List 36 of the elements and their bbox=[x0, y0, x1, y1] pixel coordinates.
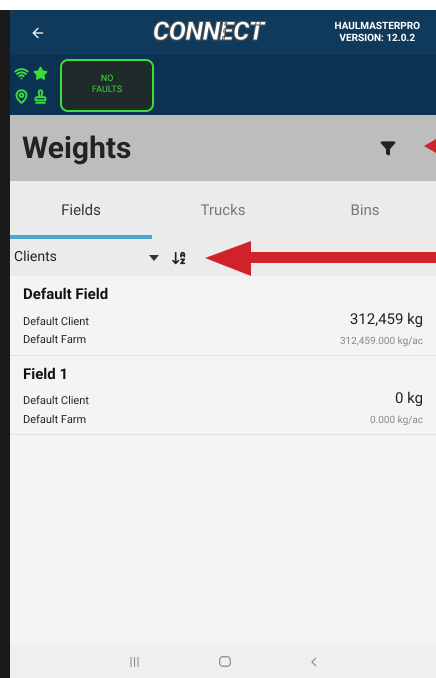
client-name: Default Client bbox=[23, 314, 89, 330]
back-icon bbox=[30, 24, 46, 40]
home-icon bbox=[218, 656, 230, 667]
rate-value: 312,459.000 kg/ac bbox=[340, 334, 423, 348]
recent-apps-icon bbox=[130, 656, 138, 666]
tab[interactable]: Bins bbox=[294, 181, 436, 239]
farm-name: Default Farm bbox=[23, 412, 86, 428]
app-name: HAULMASTERPRO bbox=[334, 20, 420, 32]
back-chevron-icon bbox=[310, 656, 316, 666]
recent-apps-button[interactable] bbox=[130, 656, 138, 666]
tab[interactable]: Trucks bbox=[152, 181, 294, 239]
wifi-icon bbox=[14, 66, 29, 81]
weight-value: 0 kg bbox=[394, 388, 423, 409]
caret-icon bbox=[149, 254, 159, 260]
home-button[interactable] bbox=[218, 656, 230, 667]
field-row[interactable]: Field 1 Default Client 0 kg Default Farm 0.000 kg/ac bbox=[10, 356, 436, 435]
rate-value: 0.000 kg/ac bbox=[370, 414, 423, 428]
clients-dropdown[interactable]: Clients bbox=[14, 247, 159, 268]
app-logo: CONNECT bbox=[152, 16, 264, 49]
filter-icon bbox=[380, 140, 396, 156]
sort-icon bbox=[171, 250, 187, 266]
version-text: VERSION: 12.0.2 bbox=[339, 32, 416, 44]
faults-indicator: NO FAULTS bbox=[60, 58, 154, 112]
field-name: Default Field bbox=[23, 284, 110, 305]
map-pin-icon bbox=[14, 89, 29, 104]
back-nav-button[interactable] bbox=[310, 656, 316, 666]
sort-button[interactable] bbox=[171, 250, 187, 266]
field-name: Field 1 bbox=[23, 364, 70, 384]
stamp-icon bbox=[33, 89, 48, 104]
farm-name: Default Farm bbox=[23, 332, 86, 348]
annotation-arrow bbox=[424, 139, 436, 153]
weight-value: 312,459 kg bbox=[350, 308, 423, 330]
star-icon bbox=[33, 66, 48, 81]
client-name: Default Client bbox=[23, 393, 89, 409]
field-row[interactable]: Default Field Default Client 312,459 kg Default Farm 312,459.000 kg/ac bbox=[10, 276, 436, 356]
page-title: Weights bbox=[22, 130, 132, 168]
